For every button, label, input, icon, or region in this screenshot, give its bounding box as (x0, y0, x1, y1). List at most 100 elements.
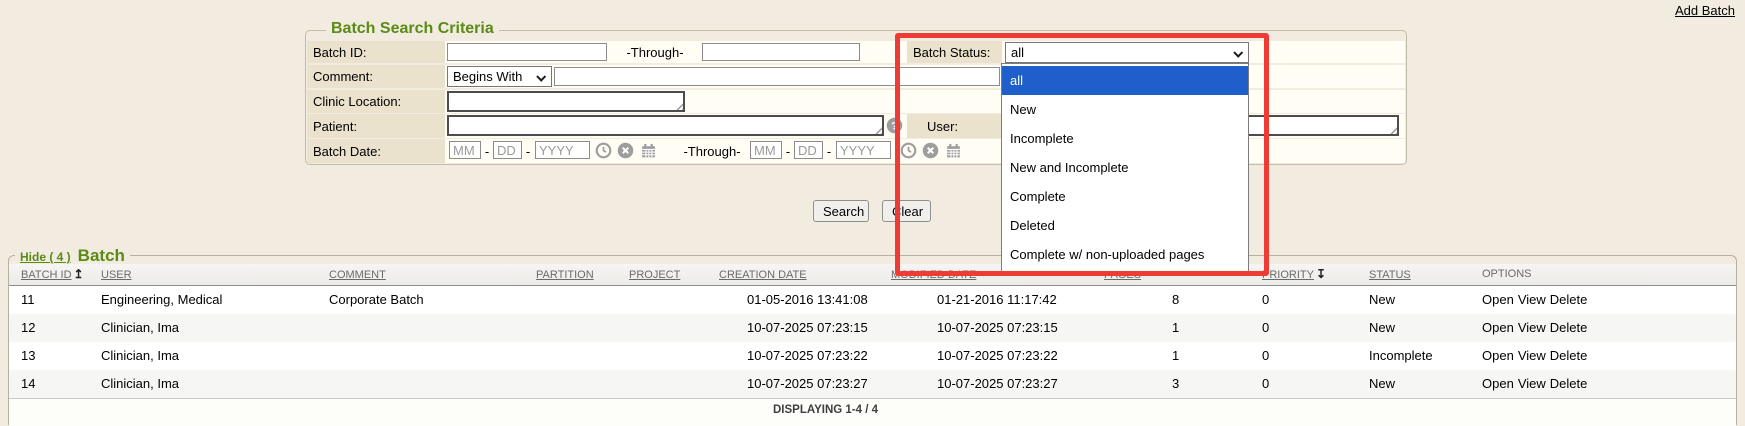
calendar-icon[interactable] (640, 142, 657, 159)
comment-label: Comment: (307, 65, 445, 88)
cell-options: Open View Delete (1480, 286, 1736, 314)
delete-batch-link[interactable]: Delete (1550, 320, 1588, 335)
cell-batch-id: 12 (9, 314, 99, 342)
view-batch-link[interactable]: View (1518, 292, 1546, 307)
cell-status: Incomplete (1367, 342, 1480, 370)
hide-results-link[interactable]: Hide ( 4 ) (20, 250, 71, 264)
cell-status: New (1367, 370, 1480, 398)
view-batch-link[interactable]: View (1518, 320, 1546, 335)
cell-batch-id: 11 (9, 286, 99, 314)
table-row: 14 Clinician, Ima 10-07-2025 07:23:27 10… (9, 370, 1736, 398)
date-dash: - (524, 139, 532, 163)
cell-modified-date: 10-07-2025 07:23:22 (889, 342, 1102, 370)
batch-date-through-label: -Through- (677, 139, 747, 163)
clock-icon[interactable] (595, 142, 612, 159)
cell-user: Clinician, Ima (99, 342, 327, 370)
cell-project (627, 342, 717, 370)
help-icon[interactable]: ? (886, 117, 903, 134)
column-header-comment[interactable]: COMMENT (327, 264, 534, 285)
cell-priority: 0 (1260, 314, 1367, 342)
table-footer: DISPLAYING 1-4 / 4 (9, 398, 1736, 426)
batch-id-through-label: -Through- (620, 41, 690, 63)
view-batch-link[interactable]: View (1518, 376, 1546, 391)
column-header-project[interactable]: PROJECT (627, 264, 717, 285)
batch-date-from-dd[interactable] (493, 141, 522, 159)
resize-grip-icon[interactable] (674, 101, 683, 110)
clock-icon[interactable] (900, 142, 917, 159)
column-header-batch-id[interactable]: BATCH ID↥ (9, 264, 99, 285)
column-header-creation-date[interactable]: CREATION DATE (717, 264, 889, 285)
cell-modified-date: 10-07-2025 07:23:15 (889, 314, 1102, 342)
open-batch-link[interactable]: Open (1482, 348, 1514, 363)
open-batch-link[interactable]: Open (1482, 376, 1514, 391)
delete-batch-link[interactable]: Delete (1550, 292, 1588, 307)
cell-creation-date: 01-05-2016 13:41:08 (717, 286, 889, 314)
clear-date-icon[interactable] (617, 142, 634, 159)
delete-batch-link[interactable]: Delete (1550, 376, 1588, 391)
clear-button[interactable]: Clear (882, 200, 931, 222)
clinic-location-box (447, 91, 685, 112)
cell-partition (534, 370, 627, 398)
batch-date-to-mm[interactable] (750, 141, 782, 159)
cell-batch-id: 14 (9, 370, 99, 398)
sort-desc-icon: ↧ (1316, 267, 1326, 281)
search-button[interactable]: Search (813, 200, 869, 222)
dropdown-option-deleted[interactable]: Deleted (1002, 211, 1248, 240)
dropdown-option-new[interactable]: New (1002, 95, 1248, 124)
batch-id-to-input[interactable] (702, 43, 860, 61)
delete-batch-link[interactable]: Delete (1550, 348, 1588, 363)
batch-id-from-input[interactable] (447, 43, 607, 61)
cell-project (627, 286, 717, 314)
cell-modified-date: 01-21-2016 11:17:42 (889, 286, 1102, 314)
cell-priority: 0 (1260, 370, 1367, 398)
open-batch-link[interactable]: Open (1482, 320, 1514, 335)
batch-date-to-dd[interactable] (794, 141, 823, 159)
sort-asc-icon: ↥ (74, 267, 84, 281)
cell-pages: 1 (1102, 342, 1260, 370)
comment-operator-select[interactable]: Begins With (447, 66, 552, 87)
clear-date-icon[interactable] (922, 142, 939, 159)
cell-comment (327, 370, 534, 398)
cell-user: Clinician, Ima (99, 370, 327, 398)
batch-status-select[interactable]: all (1005, 42, 1249, 63)
cell-pages: 3 (1102, 370, 1260, 398)
clinic-location-input[interactable] (450, 94, 673, 109)
resize-grip-icon[interactable] (1388, 125, 1397, 134)
column-header-status[interactable]: STATUS (1367, 264, 1480, 285)
resize-grip-icon[interactable] (873, 125, 882, 134)
cell-comment: Corporate Batch (327, 286, 534, 314)
cell-creation-date: 10-07-2025 07:23:27 (717, 370, 889, 398)
cell-priority: 0 (1260, 342, 1367, 370)
batch-date-from-yyyy[interactable] (535, 141, 590, 159)
column-header-priority[interactable]: PRIORITY↧ (1260, 264, 1367, 285)
results-title: Batch (78, 246, 125, 266)
batch-date-to-yyyy[interactable] (836, 141, 891, 159)
cell-priority: 0 (1260, 286, 1367, 314)
patient-label: Patient: (307, 114, 445, 138)
dropdown-option-incomplete[interactable]: Incomplete (1002, 124, 1248, 153)
comment-input[interactable] (554, 67, 1000, 86)
cell-partition (534, 314, 627, 342)
batch-status-label: Batch Status: (907, 41, 1002, 63)
patient-input[interactable] (450, 118, 872, 133)
comment-operator-value: Begins With (453, 69, 522, 84)
open-batch-link[interactable]: Open (1482, 292, 1514, 307)
chevron-down-icon (536, 72, 546, 82)
calendar-icon[interactable] (945, 142, 962, 159)
dropdown-option-all[interactable]: all (1002, 66, 1248, 95)
dropdown-option-complete[interactable]: Complete (1002, 182, 1248, 211)
row-batch-id: Batch ID: -Through- Batch Status: all (307, 41, 1405, 63)
dropdown-option-new-and-incomplete[interactable]: New and Incomplete (1002, 153, 1248, 182)
add-batch-link[interactable]: Add Batch (1675, 3, 1735, 18)
table-header-row: BATCH ID↥ USER COMMENT PARTITION PROJECT… (9, 264, 1736, 286)
dropdown-option-complete-non-uploaded[interactable]: Complete w/ non-uploaded pages (1002, 240, 1248, 269)
cell-comment (327, 342, 534, 370)
results-legend: Hide ( 4 ) Batch (15, 246, 130, 266)
view-batch-link[interactable]: View (1518, 348, 1546, 363)
batch-date-from-mm[interactable] (449, 141, 481, 159)
batch-search-fieldset: Batch Search Criteria Batch ID: -Through… (305, 30, 1407, 165)
user-label: User: (907, 114, 1002, 138)
cell-user: Engineering, Medical (99, 286, 327, 314)
column-header-partition[interactable]: PARTITION (534, 264, 627, 285)
column-header-user[interactable]: USER (99, 264, 327, 285)
